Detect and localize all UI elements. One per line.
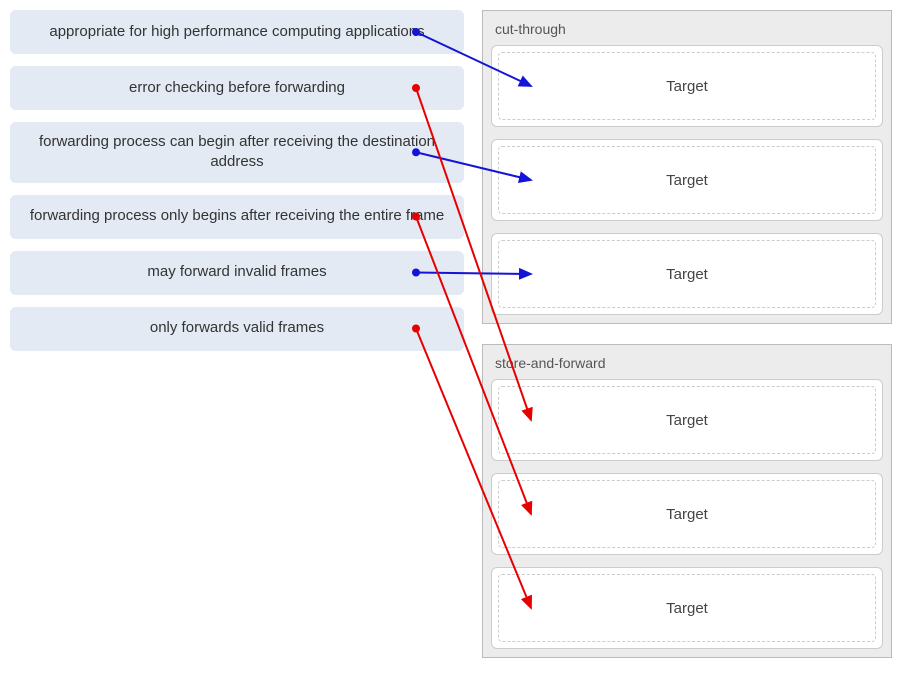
drop-target-label: Target bbox=[498, 480, 876, 548]
source-item-label: may forward invalid frames bbox=[147, 262, 326, 282]
source-list: appropriate for high performance computi… bbox=[10, 10, 464, 658]
source-item[interactable]: forwarding process only begins after rec… bbox=[10, 195, 464, 239]
drop-target-label: Target bbox=[498, 386, 876, 454]
drop-target-label: Target bbox=[498, 574, 876, 642]
drop-target[interactable]: Target bbox=[491, 473, 883, 555]
source-item-label: only forwards valid frames bbox=[150, 318, 324, 338]
source-item-label: forwarding process only begins after rec… bbox=[30, 206, 444, 226]
source-item[interactable]: may forward invalid frames bbox=[10, 251, 464, 295]
source-item[interactable]: appropriate for high performance computi… bbox=[10, 10, 464, 54]
drop-target[interactable]: Target bbox=[491, 233, 883, 315]
drop-target-label: Target bbox=[498, 146, 876, 214]
drop-target[interactable]: Target bbox=[491, 379, 883, 461]
drop-target-label: Target bbox=[498, 240, 876, 308]
source-item[interactable]: forwarding process can begin after recei… bbox=[10, 122, 464, 183]
group-title: cut-through bbox=[491, 19, 883, 45]
drop-target[interactable]: Target bbox=[491, 45, 883, 127]
group-title: store-and-forward bbox=[491, 353, 883, 379]
target-groups: cut-throughTargetTargetTargetstore-and-f… bbox=[482, 10, 892, 658]
drop-target[interactable]: Target bbox=[491, 567, 883, 649]
target-group: store-and-forward Target Target Target bbox=[482, 344, 892, 658]
source-item[interactable]: only forwards valid frames bbox=[10, 307, 464, 351]
source-item-label: error checking before forwarding bbox=[129, 78, 345, 98]
source-item[interactable]: error checking before forwarding bbox=[10, 66, 464, 110]
drop-target[interactable]: Target bbox=[491, 139, 883, 221]
source-item-label: forwarding process can begin after recei… bbox=[26, 132, 448, 173]
source-item-label: appropriate for high performance computi… bbox=[49, 22, 424, 42]
target-group: cut-through Target Target Target bbox=[482, 10, 892, 324]
drop-target-label: Target bbox=[498, 52, 876, 120]
